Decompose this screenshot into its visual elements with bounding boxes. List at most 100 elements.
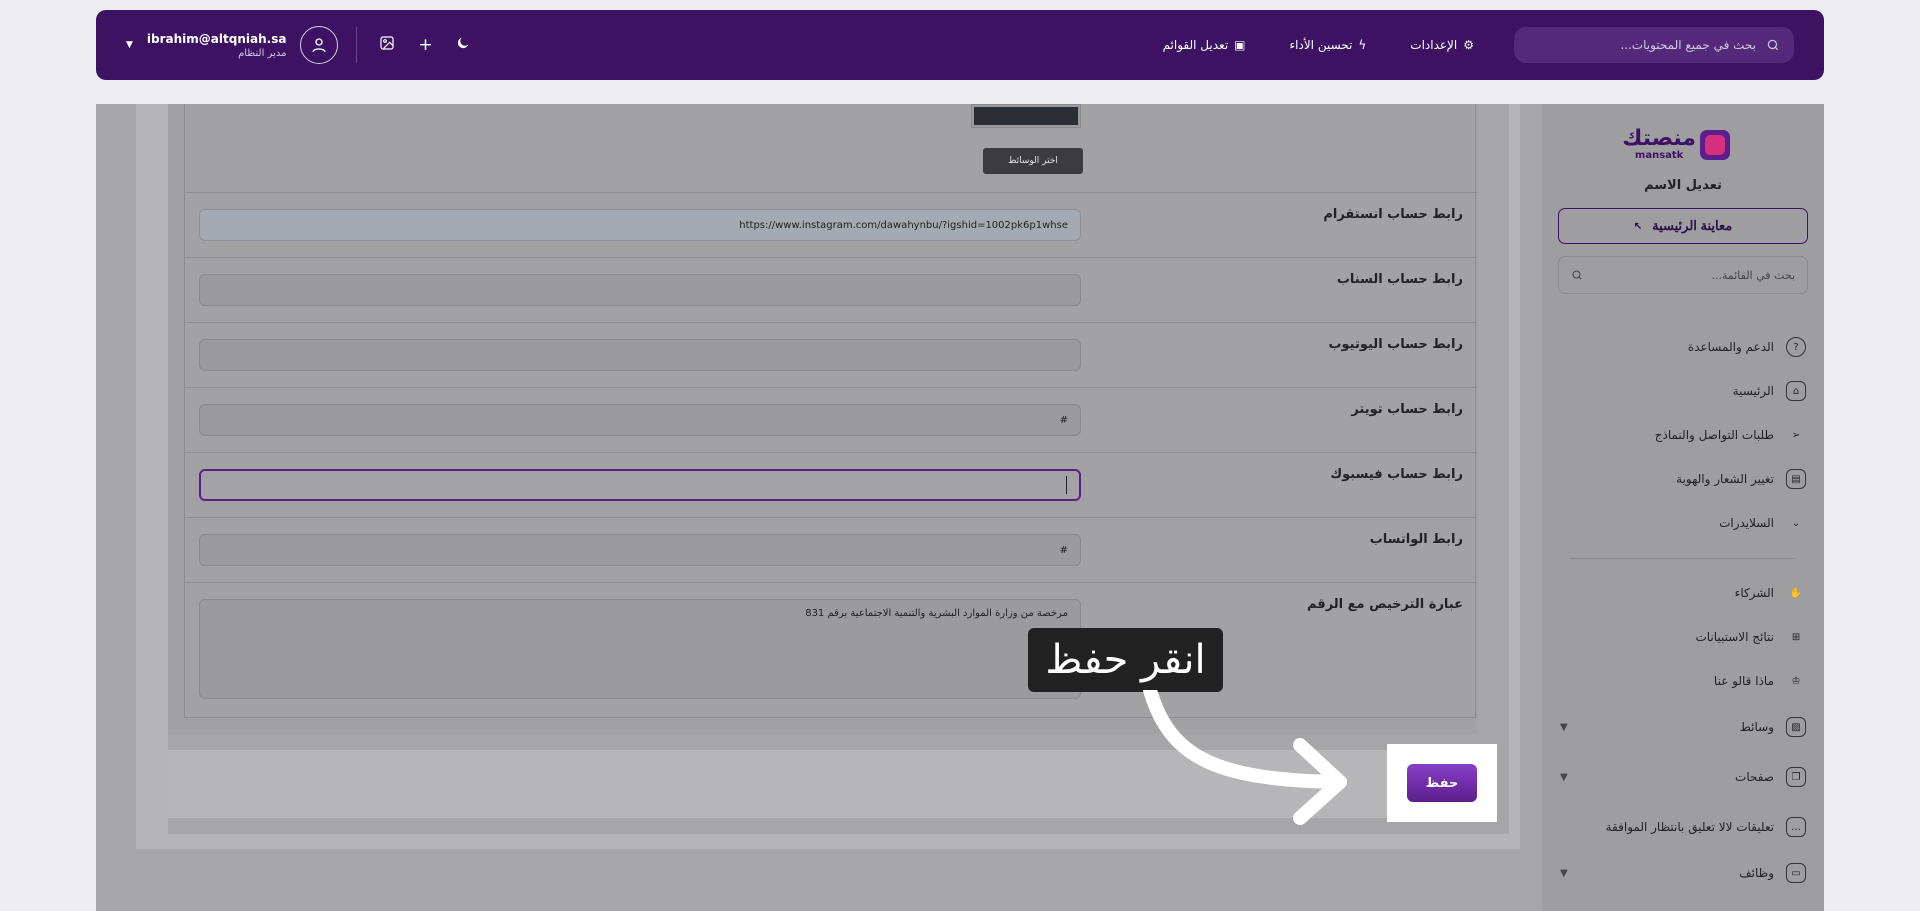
- license-label: عبارة الترخيص مع الرقم: [1306, 597, 1463, 612]
- topbar-divider: [356, 27, 358, 63]
- crown-icon: ♔: [1791, 675, 1801, 687]
- sidebar-item-partners[interactable]: ✋ الشركاء: [1560, 578, 1806, 608]
- plus-icon[interactable]: +: [413, 35, 437, 55]
- facebook-label: رابط حساب فيسبوك: [1330, 467, 1463, 482]
- menu-layout-icon: ▣: [1234, 38, 1246, 52]
- sidebar-search[interactable]: [1558, 256, 1808, 294]
- sidebar-item-label: وسائط: [1739, 720, 1774, 734]
- instagram-input[interactable]: https://www.instagram.com/dawahynbu/?igs…: [199, 209, 1081, 241]
- pages-icon: ❐: [1786, 767, 1806, 787]
- settings-form: اختر الوسائط رابط حساب انستقرام https://…: [184, 104, 1477, 718]
- nav-performance[interactable]: ϟ تحسين الأداء: [1290, 38, 1367, 52]
- license-value: مرخصة من وزارة الموارد البشرية والتنمية …: [805, 608, 1068, 619]
- form-row-instagram: رابط حساب انستقرام https://www.instagram…: [185, 192, 1477, 257]
- handshake-icon: ✋: [1789, 587, 1803, 599]
- grid-icon: ⊞: [1791, 631, 1801, 643]
- search-icon: [1767, 39, 1779, 51]
- form-row-youtube: رابط حساب اليوتيوب: [185, 322, 1477, 387]
- sidebar-item-pages[interactable]: ❐ صفحات ▼: [1560, 762, 1806, 792]
- whatsapp-value: #: [1059, 544, 1068, 556]
- sidebar-item-contact[interactable]: ➢ طلبات التواصل والنماذج: [1560, 420, 1806, 450]
- twitter-input[interactable]: #: [199, 404, 1081, 436]
- text-cursor: [1066, 476, 1067, 494]
- sidebar-item-media[interactable]: ▨ وسائط ▼: [1560, 712, 1806, 742]
- caret-down-icon[interactable]: ▼: [126, 40, 133, 50]
- sidebar-item-jobs[interactable]: ▭ وظائف ▼: [1560, 858, 1806, 888]
- global-search[interactable]: [1514, 27, 1794, 63]
- sidebar-item-home[interactable]: ⌂ الرئيسية: [1560, 376, 1806, 406]
- layout-icon: ▤: [1786, 469, 1806, 489]
- expand-arrow-icon[interactable]: ▼: [1560, 772, 1568, 783]
- form-row-whatsapp: رابط الواتساب #: [185, 517, 1477, 582]
- logo-text: منصتك mansatk: [1622, 126, 1696, 162]
- chevron-down-icon: ⌄: [1791, 517, 1801, 529]
- media-row: اختر الوسائط: [185, 104, 1477, 192]
- snapchat-label: رابط حساب السناب: [1336, 272, 1463, 287]
- facebook-input[interactable]: [199, 469, 1081, 501]
- youtube-label: رابط حساب اليوتيوب: [1328, 337, 1463, 352]
- nav-edit-menus[interactable]: ▣ تعديل القوائم: [1163, 38, 1246, 52]
- whatsapp-input[interactable]: #: [199, 534, 1081, 566]
- sidebar: منصتك mansatk تعديل الاسم معاينة الرئيسي…: [1542, 104, 1824, 911]
- sidebar-search-input[interactable]: [1591, 268, 1795, 282]
- instagram-value: https://www.instagram.com/dawahynbu/?igs…: [739, 219, 1068, 231]
- snapchat-input[interactable]: [199, 274, 1081, 306]
- top-nav: ⚙ الإعدادات ϟ تحسين الأداء ▣ تعديل القوا…: [1163, 38, 1474, 52]
- logo-mark-icon: [1700, 129, 1730, 160]
- expand-arrow-icon[interactable]: ▼: [1560, 868, 1568, 879]
- site-name: تعديل الاسم: [1644, 178, 1722, 193]
- global-search-input[interactable]: [1528, 38, 1756, 52]
- sidebar-item-testimonials[interactable]: ♔ ماذا قالو عنا: [1560, 666, 1806, 696]
- sidebar-item-label: ماذا قالو عنا: [1713, 674, 1774, 688]
- preview-home-button[interactable]: معاينة الرئيسية ↖: [1558, 208, 1808, 244]
- search-icon: [1572, 270, 1582, 280]
- preview-home-label: معاينة الرئيسية: [1652, 218, 1733, 233]
- nav-edit-menus-label: تعديل القوائم: [1162, 38, 1229, 52]
- user-info: ibrahim@altqniah.sa مدير النظام: [147, 32, 287, 59]
- sidebar-item-label: الدعم والمساعدة: [1687, 340, 1774, 354]
- logo-arabic: منصتك: [1622, 126, 1696, 151]
- tutorial-tooltip: انقر حفظ: [1028, 628, 1223, 692]
- expand-arrow-icon[interactable]: ▼: [1560, 722, 1568, 733]
- whatsapp-label: رابط الواتساب: [1369, 532, 1463, 547]
- sidebar-item-label: السلايدرات: [1719, 516, 1774, 530]
- external-link-icon: ↖: [1633, 220, 1643, 232]
- license-textarea[interactable]: مرخصة من وزارة الموارد البشرية والتنمية …: [199, 599, 1081, 699]
- logo[interactable]: منصتك mansatk: [1622, 128, 1730, 161]
- nav-settings-label: الإعدادات: [1410, 38, 1458, 52]
- gear-icon: ⚙: [1463, 38, 1474, 52]
- choose-media-button[interactable]: اختر الوسائط: [983, 148, 1083, 174]
- sidebar-item-label: الرئيسية: [1732, 384, 1774, 398]
- sidebar-item-label: تعليقات لالا تعليق بانتظار الموافقة: [1605, 820, 1774, 834]
- twitter-value: #: [1059, 414, 1068, 426]
- form-row-snapchat: رابط حساب السناب: [185, 257, 1477, 322]
- form-row-facebook: رابط حساب فيسبوك: [185, 452, 1477, 517]
- bolt-icon: ϟ: [1358, 38, 1367, 52]
- sidebar-item-label: الشركاء: [1734, 586, 1774, 600]
- help-circle-icon: ?: [1786, 337, 1806, 357]
- image-icon: ▨: [1786, 717, 1806, 737]
- comment-icon: …: [1786, 817, 1806, 837]
- home-icon: ⌂: [1786, 381, 1806, 401]
- sidebar-item-branding[interactable]: ▤ تغيير الشعار والهوية: [1560, 464, 1806, 494]
- nav-settings[interactable]: ⚙ الإعدادات: [1410, 38, 1474, 52]
- sidebar-divider: [1570, 558, 1796, 559]
- sidebar-item-support[interactable]: ? الدعم والمساعدة: [1560, 332, 1806, 362]
- sidebar-item-surveys[interactable]: ⊞ نتائج الاستبيانات: [1560, 622, 1806, 652]
- sidebar-item-label: نتائج الاستبيانات: [1695, 630, 1774, 644]
- sidebar-item-comments[interactable]: … تعليقات لالا تعليق بانتظار الموافقة: [1560, 812, 1806, 842]
- instagram-label: رابط حساب انستقرام: [1323, 207, 1463, 222]
- save-button[interactable]: حفظ: [1407, 764, 1477, 802]
- youtube-input[interactable]: [199, 339, 1081, 371]
- sidebar-item-sliders[interactable]: ⌄ السلايدرات: [1560, 508, 1806, 538]
- sidebar-item-label: تغيير الشعار والهوية: [1676, 472, 1774, 486]
- user-menu[interactable]: ▼ ibrahim@altqniah.sa مدير النظام +: [126, 26, 475, 64]
- moon-icon[interactable]: [451, 35, 475, 56]
- save-highlight: حفظ: [1387, 744, 1497, 822]
- nav-performance-label: تحسين الأداء: [1289, 38, 1353, 52]
- sidebar-item-label: صفحات: [1735, 770, 1774, 784]
- avatar[interactable]: [300, 26, 339, 64]
- image-icon[interactable]: [375, 35, 399, 56]
- sidebar-item-label: طلبات التواصل والنماذج: [1654, 428, 1774, 442]
- user-role: مدير النظام: [238, 47, 287, 59]
